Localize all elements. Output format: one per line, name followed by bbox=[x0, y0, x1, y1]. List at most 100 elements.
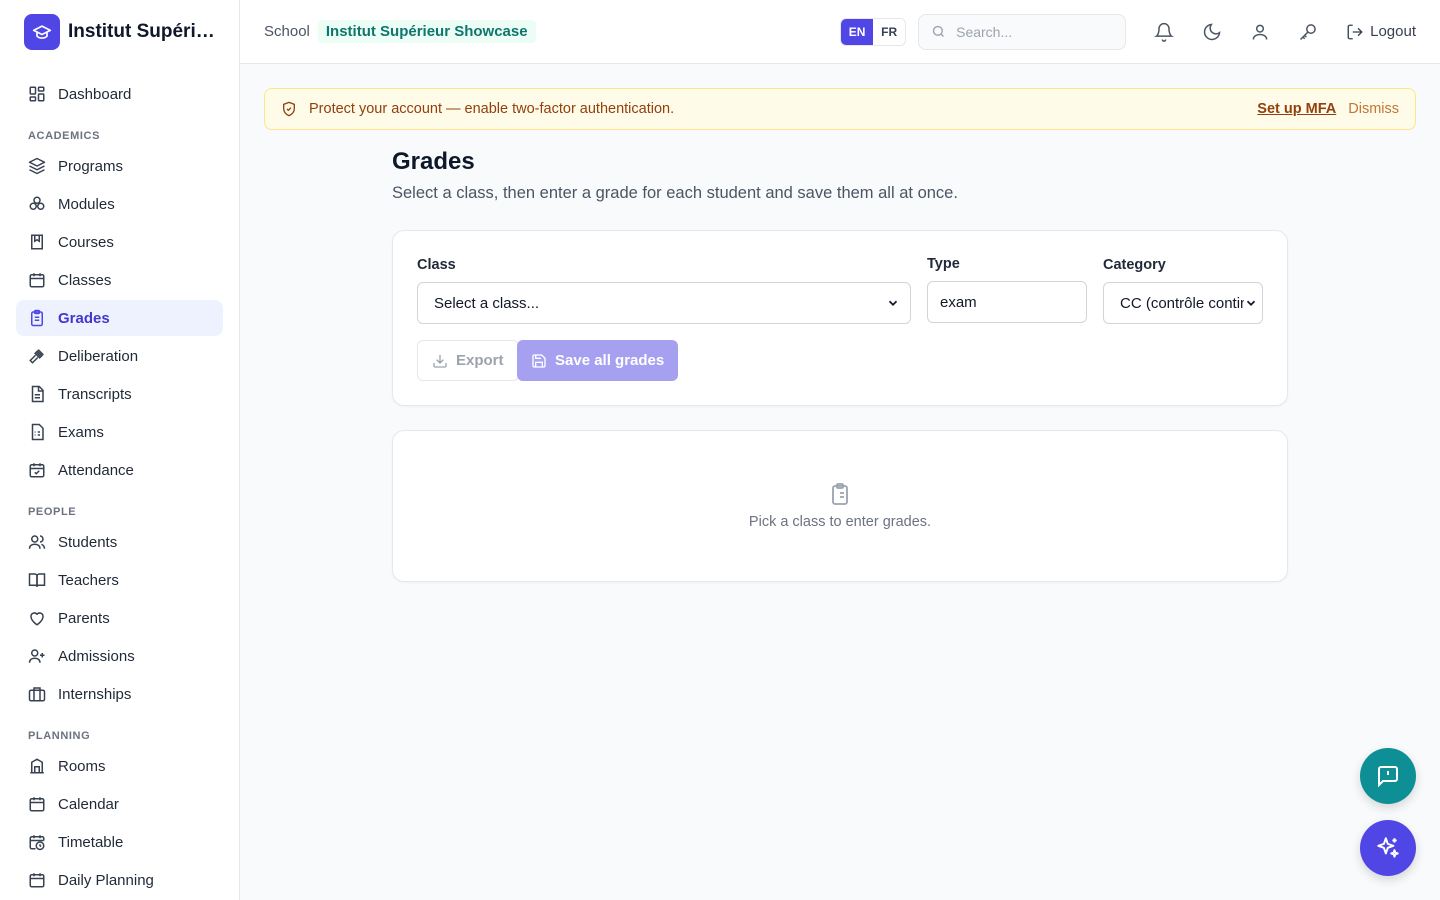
sidebar-item-exams[interactable]: Exams bbox=[16, 414, 223, 450]
calendar-days-icon bbox=[29, 797, 45, 812]
modules-icon bbox=[29, 196, 45, 210]
dashboard-icon bbox=[29, 86, 45, 102]
calendar-clock-icon bbox=[29, 835, 45, 851]
type-input[interactable] bbox=[940, 293, 1074, 311]
sidebar-item-label: Classes bbox=[58, 271, 112, 289]
sidebar-item-classes[interactable]: Classes bbox=[16, 262, 223, 298]
search-icon bbox=[932, 25, 945, 37]
logout-label: Logout bbox=[1370, 23, 1416, 40]
key-icon[interactable] bbox=[1298, 22, 1318, 42]
sidebar-item-grades[interactable]: Grades bbox=[16, 300, 223, 336]
shield-icon bbox=[283, 101, 295, 117]
briefcase-icon bbox=[28, 687, 46, 702]
sidebar-item-label: Admissions bbox=[58, 647, 135, 665]
download-icon bbox=[433, 354, 447, 368]
sidebar-section-people: PEOPLE bbox=[28, 506, 77, 518]
layers-icon bbox=[28, 157, 46, 175]
sidebar-item-label: Attendance bbox=[58, 461, 134, 479]
sidebar-item-timetable[interactable]: Timetable bbox=[16, 824, 223, 860]
user-icon[interactable] bbox=[1250, 22, 1270, 42]
export-button[interactable]: Export bbox=[417, 340, 519, 381]
sidebar-item-rooms[interactable]: Rooms bbox=[16, 748, 223, 784]
dismiss-button[interactable]: Dismiss bbox=[1348, 101, 1399, 117]
sidebar-item-label: Modules bbox=[58, 195, 115, 213]
save-all-grades-label: Save all grades bbox=[555, 352, 665, 369]
building-icon bbox=[30, 758, 44, 774]
mfa-banner-text: Protect your account — enable two-factor… bbox=[309, 101, 675, 117]
brand[interactable]: Institut Supérieur Showcase bbox=[0, 0, 239, 64]
sidebar-item-label: Rooms bbox=[58, 757, 106, 775]
type-label: Type bbox=[927, 256, 960, 272]
search-input[interactable] bbox=[956, 23, 1107, 40]
topbar: School Institut Supérieur Showcase EN FR… bbox=[240, 0, 1440, 64]
class-select-value: Select a class... bbox=[434, 294, 540, 312]
sidebar-item-attendance[interactable]: Attendance bbox=[16, 452, 223, 488]
empty-state-card: Pick a class to enter grades. bbox=[392, 430, 1288, 582]
grade-filters-card: Class Select a class... Type Category CC… bbox=[392, 230, 1288, 406]
sidebar-item-label: Timetable bbox=[58, 833, 124, 851]
breadcrumb-label: School bbox=[264, 23, 310, 40]
page-subtitle: Select a class, then enter a grade for e… bbox=[392, 184, 958, 202]
users-icon bbox=[28, 535, 46, 549]
sidebar-item-label: Deliberation bbox=[58, 347, 139, 365]
sidebar-item-courses[interactable]: Courses bbox=[16, 224, 223, 260]
ai-assistant-button[interactable] bbox=[1360, 820, 1416, 876]
lang-en-button[interactable]: EN bbox=[841, 18, 874, 45]
sidebar-item-modules[interactable]: Modules bbox=[16, 186, 223, 222]
calendar-check-icon bbox=[29, 463, 45, 478]
setup-mfa-link[interactable]: Set up MFA bbox=[1257, 101, 1336, 117]
sidebar-item-students[interactable]: Students bbox=[16, 524, 223, 560]
file-list-icon bbox=[31, 423, 44, 441]
clipboard-list-icon bbox=[832, 483, 848, 505]
type-field[interactable] bbox=[927, 281, 1087, 323]
book-open-icon bbox=[28, 573, 46, 587]
mfa-banner: Protect your account — enable two-factor… bbox=[264, 88, 1416, 130]
school-badge[interactable]: Institut Supérieur Showcase bbox=[317, 20, 536, 43]
sidebar-item-internships[interactable]: Internships bbox=[16, 676, 223, 712]
moon-icon[interactable] bbox=[1202, 22, 1222, 42]
sidebar-item-label: Dashboard bbox=[58, 85, 132, 103]
category-select-value: CC (contrôle continu) bbox=[1120, 294, 1244, 312]
sidebar-item-deliberation[interactable]: Deliberation bbox=[16, 338, 223, 374]
sidebar-item-label: Daily Planning bbox=[58, 871, 154, 889]
empty-state-text: Pick a class to enter grades. bbox=[748, 514, 932, 530]
sidebar-item-dashboard[interactable]: Dashboard bbox=[16, 76, 223, 112]
calendar-icon bbox=[29, 273, 45, 288]
sidebar-item-label: Parents bbox=[58, 609, 110, 627]
page-title: Grades bbox=[392, 148, 475, 175]
export-label: Export bbox=[456, 352, 504, 369]
sparkles-icon bbox=[1377, 837, 1399, 858]
language-switcher: EN FR bbox=[840, 17, 907, 46]
sidebar: Institut Supérieur Showcase Dashboard AC… bbox=[0, 0, 240, 900]
gavel-icon bbox=[29, 349, 44, 364]
logout-button[interactable]: Logout bbox=[1346, 23, 1416, 41]
sidebar-item-label: Transcripts bbox=[58, 385, 132, 403]
class-select[interactable]: Select a class... bbox=[417, 282, 911, 324]
bell-icon[interactable] bbox=[1154, 22, 1175, 42]
search-box[interactable] bbox=[918, 13, 1127, 50]
book-icon bbox=[31, 234, 43, 250]
category-select[interactable]: CC (contrôle continu) bbox=[1103, 282, 1263, 324]
sidebar-item-transcripts[interactable]: Transcripts bbox=[16, 376, 223, 412]
sidebar-item-label: Calendar bbox=[58, 795, 119, 813]
save-all-grades-button[interactable]: Save all grades bbox=[517, 340, 679, 381]
sidebar-item-programs[interactable]: Programs bbox=[16, 148, 223, 184]
sidebar-item-label: Grades bbox=[58, 309, 110, 327]
logout-icon bbox=[1347, 24, 1363, 39]
sidebar-item-label: Programs bbox=[58, 157, 124, 175]
file-text-icon bbox=[31, 385, 44, 403]
sidebar-item-admissions[interactable]: Admissions bbox=[16, 638, 223, 674]
sidebar-item-parents[interactable]: Parents bbox=[16, 600, 223, 636]
sidebar-item-calendar[interactable]: Calendar bbox=[16, 786, 223, 822]
lang-fr-button[interactable]: FR bbox=[873, 18, 906, 45]
chevron-down-icon bbox=[888, 300, 898, 306]
sidebar-item-teachers[interactable]: Teachers bbox=[16, 562, 223, 598]
feedback-chat-button[interactable] bbox=[1360, 748, 1416, 804]
sidebar-nav: Dashboard ACADEMICS Programs Modules Cou… bbox=[0, 64, 239, 900]
sidebar-section-planning: PLANNING bbox=[28, 730, 91, 742]
brand-name: Institut Supérieur Showcase bbox=[68, 21, 215, 42]
sidebar-item-label: Courses bbox=[58, 233, 114, 251]
sidebar-item-label: Teachers bbox=[58, 571, 119, 589]
sidebar-item-daily-planning[interactable]: Daily Planning bbox=[16, 862, 223, 898]
class-label: Class bbox=[417, 257, 456, 273]
